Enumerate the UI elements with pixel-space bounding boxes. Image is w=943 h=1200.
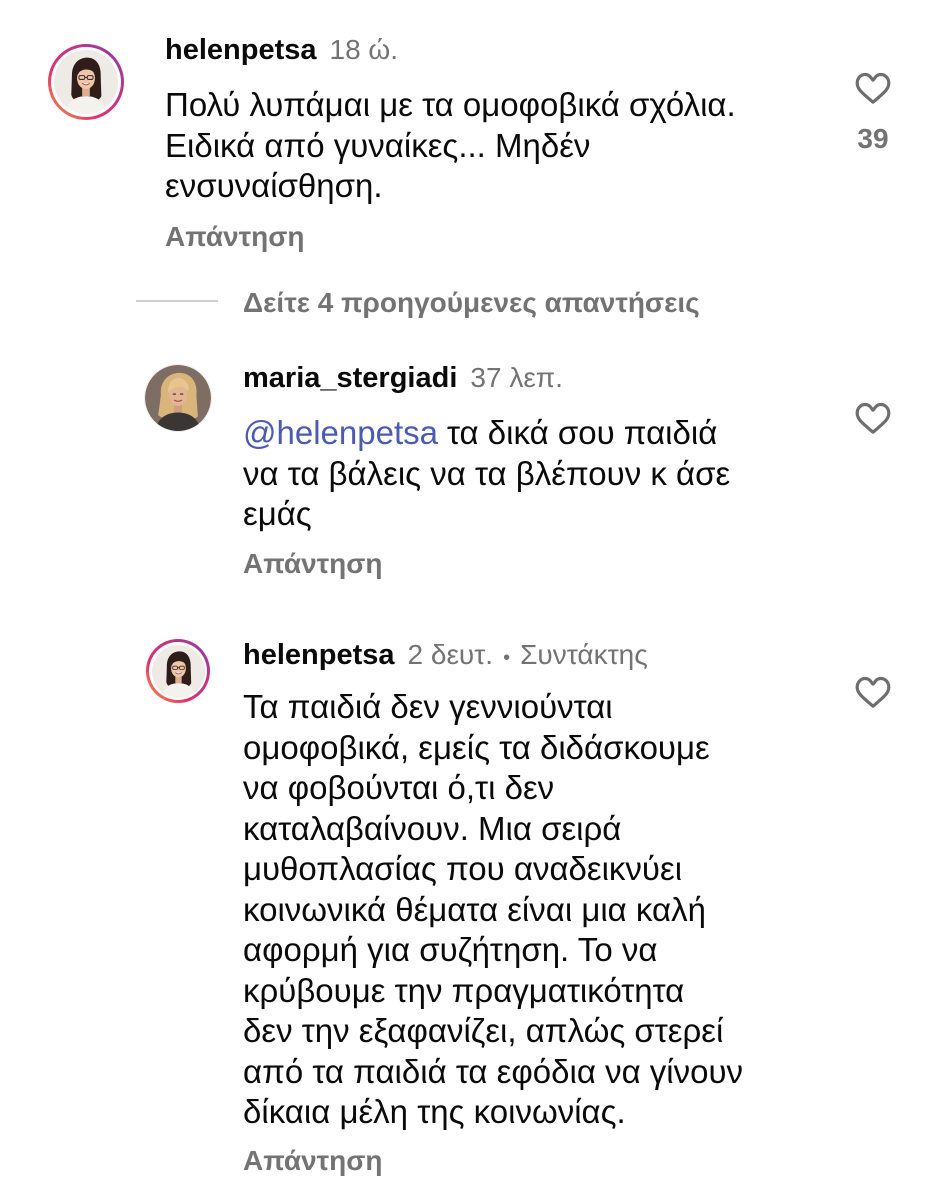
username[interactable]: maria_stergiadi (243, 362, 457, 394)
comment-text-line: να τα βάλεις να τα βλέπουν κ άσε (243, 454, 731, 492)
comment-text-line: να φοβούνται ό,τι δεν (243, 769, 555, 806)
comment-text-line: κρύβουμε την πραγματικότητα (243, 971, 685, 1009)
timestamp: 18 ώ. (329, 34, 399, 65)
comment-header: helenpetsa 2 δευτ. • Συντάκτης (243, 639, 648, 671)
comment-text-line: εμάς (243, 495, 312, 532)
comment-text-line: από τα παιδιά τα εφόδια να γίνουν (243, 1052, 744, 1090)
avatar[interactable] (145, 365, 211, 431)
heart-outline-icon (855, 402, 891, 434)
comment-text-line: καταλαβαίνουν. Μια σειρά (243, 809, 622, 847)
comment-text: @helenpetsa τα δικά σου παιδιά να τα βάλε… (243, 413, 730, 535)
reply-button[interactable]: Απάντηση (243, 1145, 383, 1177)
comment-text-line: Τα παιδιά δεν γεννιούνται (243, 688, 613, 725)
reply-button[interactable]: Απάντηση (165, 221, 305, 253)
comment-text-line: αφορμή για συζήτηση. Το να (243, 931, 658, 968)
like-button[interactable] (853, 672, 893, 712)
comment-text-line: ομοφοβικά, εμείς τα διδάσκουμε (243, 728, 710, 766)
author-badge: Συντάκτης (520, 639, 648, 670)
comment-text: Πολύ λυπάμαι με τα ομοφοβικά σχόλια. Ειδ… (165, 85, 736, 207)
like-button[interactable] (853, 398, 893, 438)
comment-text-line: δεν την εξαφανίζει, απλώς στερεί (243, 1012, 724, 1049)
avatar-photo (151, 644, 205, 698)
comment-text-line: Πολύ λυπάμαι με τα ομοφοβικά σχόλια. (165, 86, 736, 123)
separator-dot: • (503, 647, 511, 669)
reply-button[interactable]: Απάντηση (243, 548, 383, 580)
mention-link[interactable]: @helenpetsa (243, 414, 438, 451)
like-count[interactable]: 39 (843, 123, 903, 155)
timestamp: 2 δευτ. (407, 639, 494, 670)
comment-text-fragment: τα δικά σου παιδιά (446, 414, 718, 451)
avatar-photo (145, 365, 211, 431)
avatar-photo (54, 50, 118, 114)
timestamp: 37 λεπ. (470, 362, 563, 393)
comment-header: maria_stergiadi 37 λεπ. (243, 362, 563, 394)
thread-divider (136, 300, 218, 302)
comment-text-line: Ειδικά από γυναίκες... Μηδέν (165, 126, 591, 164)
comment-text-line: μυθοπλασίας που αναδεικνύει (243, 850, 683, 887)
comment-header: helenpetsa 18 ώ. (165, 34, 398, 66)
like-button[interactable] (853, 68, 893, 108)
view-previous-replies-button[interactable]: Δείτε 4 προηγούμενες απαντήσεις (243, 287, 700, 319)
avatar[interactable] (146, 639, 210, 703)
comment-text-line: ενσυναίσθηση. (165, 167, 383, 204)
username[interactable]: helenpetsa (165, 34, 317, 66)
avatar[interactable] (48, 44, 124, 120)
comment-text-line: κοινωνικά θέματα είναι μια καλή (243, 890, 706, 928)
comment-text-line: δίκαια μέλη της κοινωνίας. (243, 1093, 626, 1130)
heart-outline-icon (855, 72, 891, 104)
comment-text: Τα παιδιά δεν γεννιούνται ομοφοβικά, εμε… (243, 687, 743, 1133)
comment-text-line: @helenpetsa τα δικά σου παιδιά (243, 413, 730, 454)
avatar-frame (149, 642, 207, 700)
heart-outline-icon (855, 676, 891, 708)
username[interactable]: helenpetsa (243, 639, 395, 671)
avatar-frame (51, 47, 121, 117)
